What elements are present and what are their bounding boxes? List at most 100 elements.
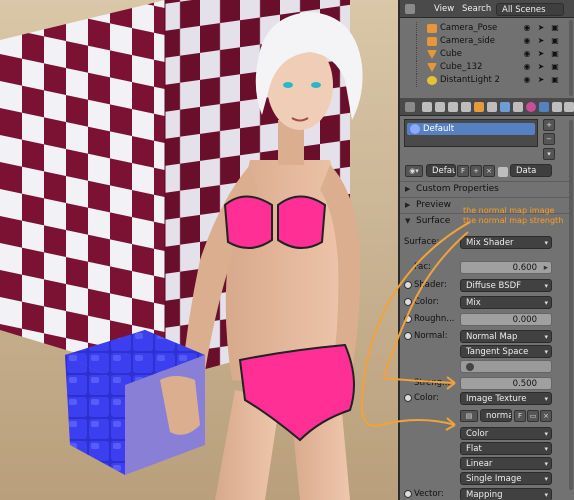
color-label: Color:	[414, 297, 439, 307]
link-icon[interactable]	[498, 167, 508, 177]
normal-value: Normal Map	[466, 332, 518, 342]
roughness-field[interactable]: 0.000	[460, 313, 552, 326]
image-name-field[interactable]: normal	[480, 409, 512, 422]
cursor-icon[interactable]: ➤	[536, 49, 546, 59]
eye-icon[interactable]: ◉	[522, 23, 532, 33]
render-icon[interactable]: ▣	[550, 36, 560, 46]
image-texture-value: Image Texture	[466, 394, 527, 404]
properties-editor-icon[interactable]	[405, 102, 415, 112]
image-fake-user-button[interactable]: F	[514, 410, 526, 422]
object-tab-icon[interactable]	[474, 102, 484, 112]
camera-icon	[427, 24, 437, 33]
render-icon[interactable]: ▣	[550, 75, 560, 85]
collapse-icon: ▼	[405, 217, 411, 225]
outliner-item[interactable]: Cube ◉ ➤ ▣	[400, 48, 574, 61]
outliner-item[interactable]: Camera_side ◉ ➤ ▣	[400, 35, 574, 48]
color-space-select[interactable]: Color ▾	[460, 427, 552, 440]
new-material-button[interactable]: +	[470, 165, 482, 177]
fac-field[interactable]: 0.600 ▸	[460, 261, 552, 274]
section-label: Custom Properties	[416, 184, 499, 194]
vector-select[interactable]: Mapping ▾	[460, 488, 552, 500]
view-menu[interactable]: View	[434, 3, 454, 15]
eye-icon[interactable]: ◉	[522, 62, 532, 72]
vector-socket[interactable]	[404, 490, 412, 498]
material-name-field[interactable]: Defaul	[426, 164, 456, 177]
cursor-icon[interactable]: ➤	[536, 36, 546, 46]
add-slot-button[interactable]: +	[543, 119, 555, 131]
cursor-icon[interactable]: ➤	[536, 23, 546, 33]
3d-viewport[interactable]	[0, 0, 398, 500]
constraints-tab-icon[interactable]	[487, 102, 497, 112]
projection-select[interactable]: Flat ▾	[460, 442, 552, 455]
render-icon[interactable]: ▣	[550, 62, 560, 72]
outliner-scrollbar[interactable]	[569, 20, 573, 96]
normal-socket[interactable]	[404, 332, 412, 340]
eye-icon[interactable]: ◉	[522, 75, 532, 85]
image-browse-button[interactable]: ▤	[460, 410, 478, 422]
search-menu[interactable]: Search	[462, 3, 491, 15]
light-icon	[427, 76, 437, 85]
data-mode-select[interactable]: Data	[510, 164, 552, 177]
physics-tab-icon[interactable]	[564, 102, 574, 112]
shader-socket[interactable]	[404, 281, 412, 289]
world-tab-icon[interactable]	[461, 102, 471, 112]
render-tab-icon[interactable]	[422, 102, 432, 112]
custom-properties-section[interactable]: ▶ Custom Properties	[400, 181, 570, 196]
properties-tabs	[400, 98, 574, 116]
annotation-strength-note: the normal map strength	[463, 216, 564, 225]
fac-label: Fac:	[414, 262, 431, 272]
unlink-image-button[interactable]: ×	[540, 410, 552, 422]
open-image-button[interactable]: ▭	[527, 410, 539, 422]
scene-filter-select[interactable]: All Scenes	[496, 3, 564, 16]
outliner-item-label: Cube_132	[440, 62, 483, 72]
uv-map-field[interactable]	[460, 360, 552, 373]
fac-value: 0.600	[512, 263, 537, 273]
color-select[interactable]: Mix ▾	[460, 296, 552, 309]
roughness-socket[interactable]	[404, 315, 412, 323]
color-space-value: Color	[466, 429, 489, 439]
normal-label: Normal:	[414, 331, 448, 341]
material-slot-list[interactable]: Default	[404, 119, 538, 147]
outliner-item[interactable]: Camera_Pose ◉ ➤ ▣	[400, 22, 574, 35]
eye-icon[interactable]: ◉	[522, 49, 532, 59]
data-mode-label: Data	[516, 166, 537, 176]
properties-scrollbar[interactable]	[569, 120, 573, 490]
source-select[interactable]: Single Image ▾	[460, 472, 552, 485]
strength-value: 0.500	[512, 379, 537, 389]
scene-tab-icon[interactable]	[448, 102, 458, 112]
shader-select[interactable]: Diffuse BSDF ▾	[460, 279, 552, 292]
eye-icon[interactable]: ◉	[522, 36, 532, 46]
slot-menu-button[interactable]: ▾	[543, 148, 555, 160]
cursor-icon[interactable]: ➤	[536, 62, 546, 72]
remove-slot-button[interactable]: −	[543, 133, 555, 145]
color-socket[interactable]	[404, 298, 412, 306]
render-icon[interactable]: ▣	[550, 49, 560, 59]
unlink-material-button[interactable]: ×	[483, 165, 495, 177]
color2-socket[interactable]	[404, 394, 412, 402]
render-icon[interactable]: ▣	[550, 23, 560, 33]
color2-label: Color:	[414, 393, 439, 403]
texture-tab-icon[interactable]	[539, 102, 549, 112]
image-texture-select[interactable]: Image Texture ▾	[460, 392, 552, 405]
material-browse-button[interactable]: ◉▾	[405, 165, 423, 177]
interpolation-select[interactable]: Linear ▾	[460, 457, 552, 470]
surface-shader-select[interactable]: Mix Shader ▾	[460, 236, 552, 249]
section-label: Surface	[416, 216, 451, 226]
outliner-item-label: Camera_Pose	[440, 23, 498, 33]
modifiers-tab-icon[interactable]	[500, 102, 510, 112]
fake-user-button[interactable]: F	[457, 165, 469, 177]
normal-select[interactable]: Normal Map ▾	[460, 330, 552, 343]
material-slot-name: Default	[423, 124, 455, 134]
strength-field[interactable]: 0.500	[460, 377, 552, 390]
data-tab-icon[interactable]	[513, 102, 523, 112]
normal-space-select[interactable]: Tangent Space ▾	[460, 345, 552, 358]
outliner-item[interactable]: Cube_132 ◉ ➤ ▣	[400, 61, 574, 74]
particles-tab-icon[interactable]	[552, 102, 562, 112]
strength-label: Streng...	[414, 378, 451, 388]
layers-tab-icon[interactable]	[435, 102, 445, 112]
outliner-item[interactable]: DistantLight 2 ◉ ➤ ▣	[400, 74, 574, 87]
material-slot-row[interactable]: Default	[407, 123, 535, 135]
cursor-icon[interactable]: ➤	[536, 75, 546, 85]
outliner-editor-icon[interactable]	[405, 4, 415, 14]
material-tab-icon[interactable]	[526, 102, 536, 112]
